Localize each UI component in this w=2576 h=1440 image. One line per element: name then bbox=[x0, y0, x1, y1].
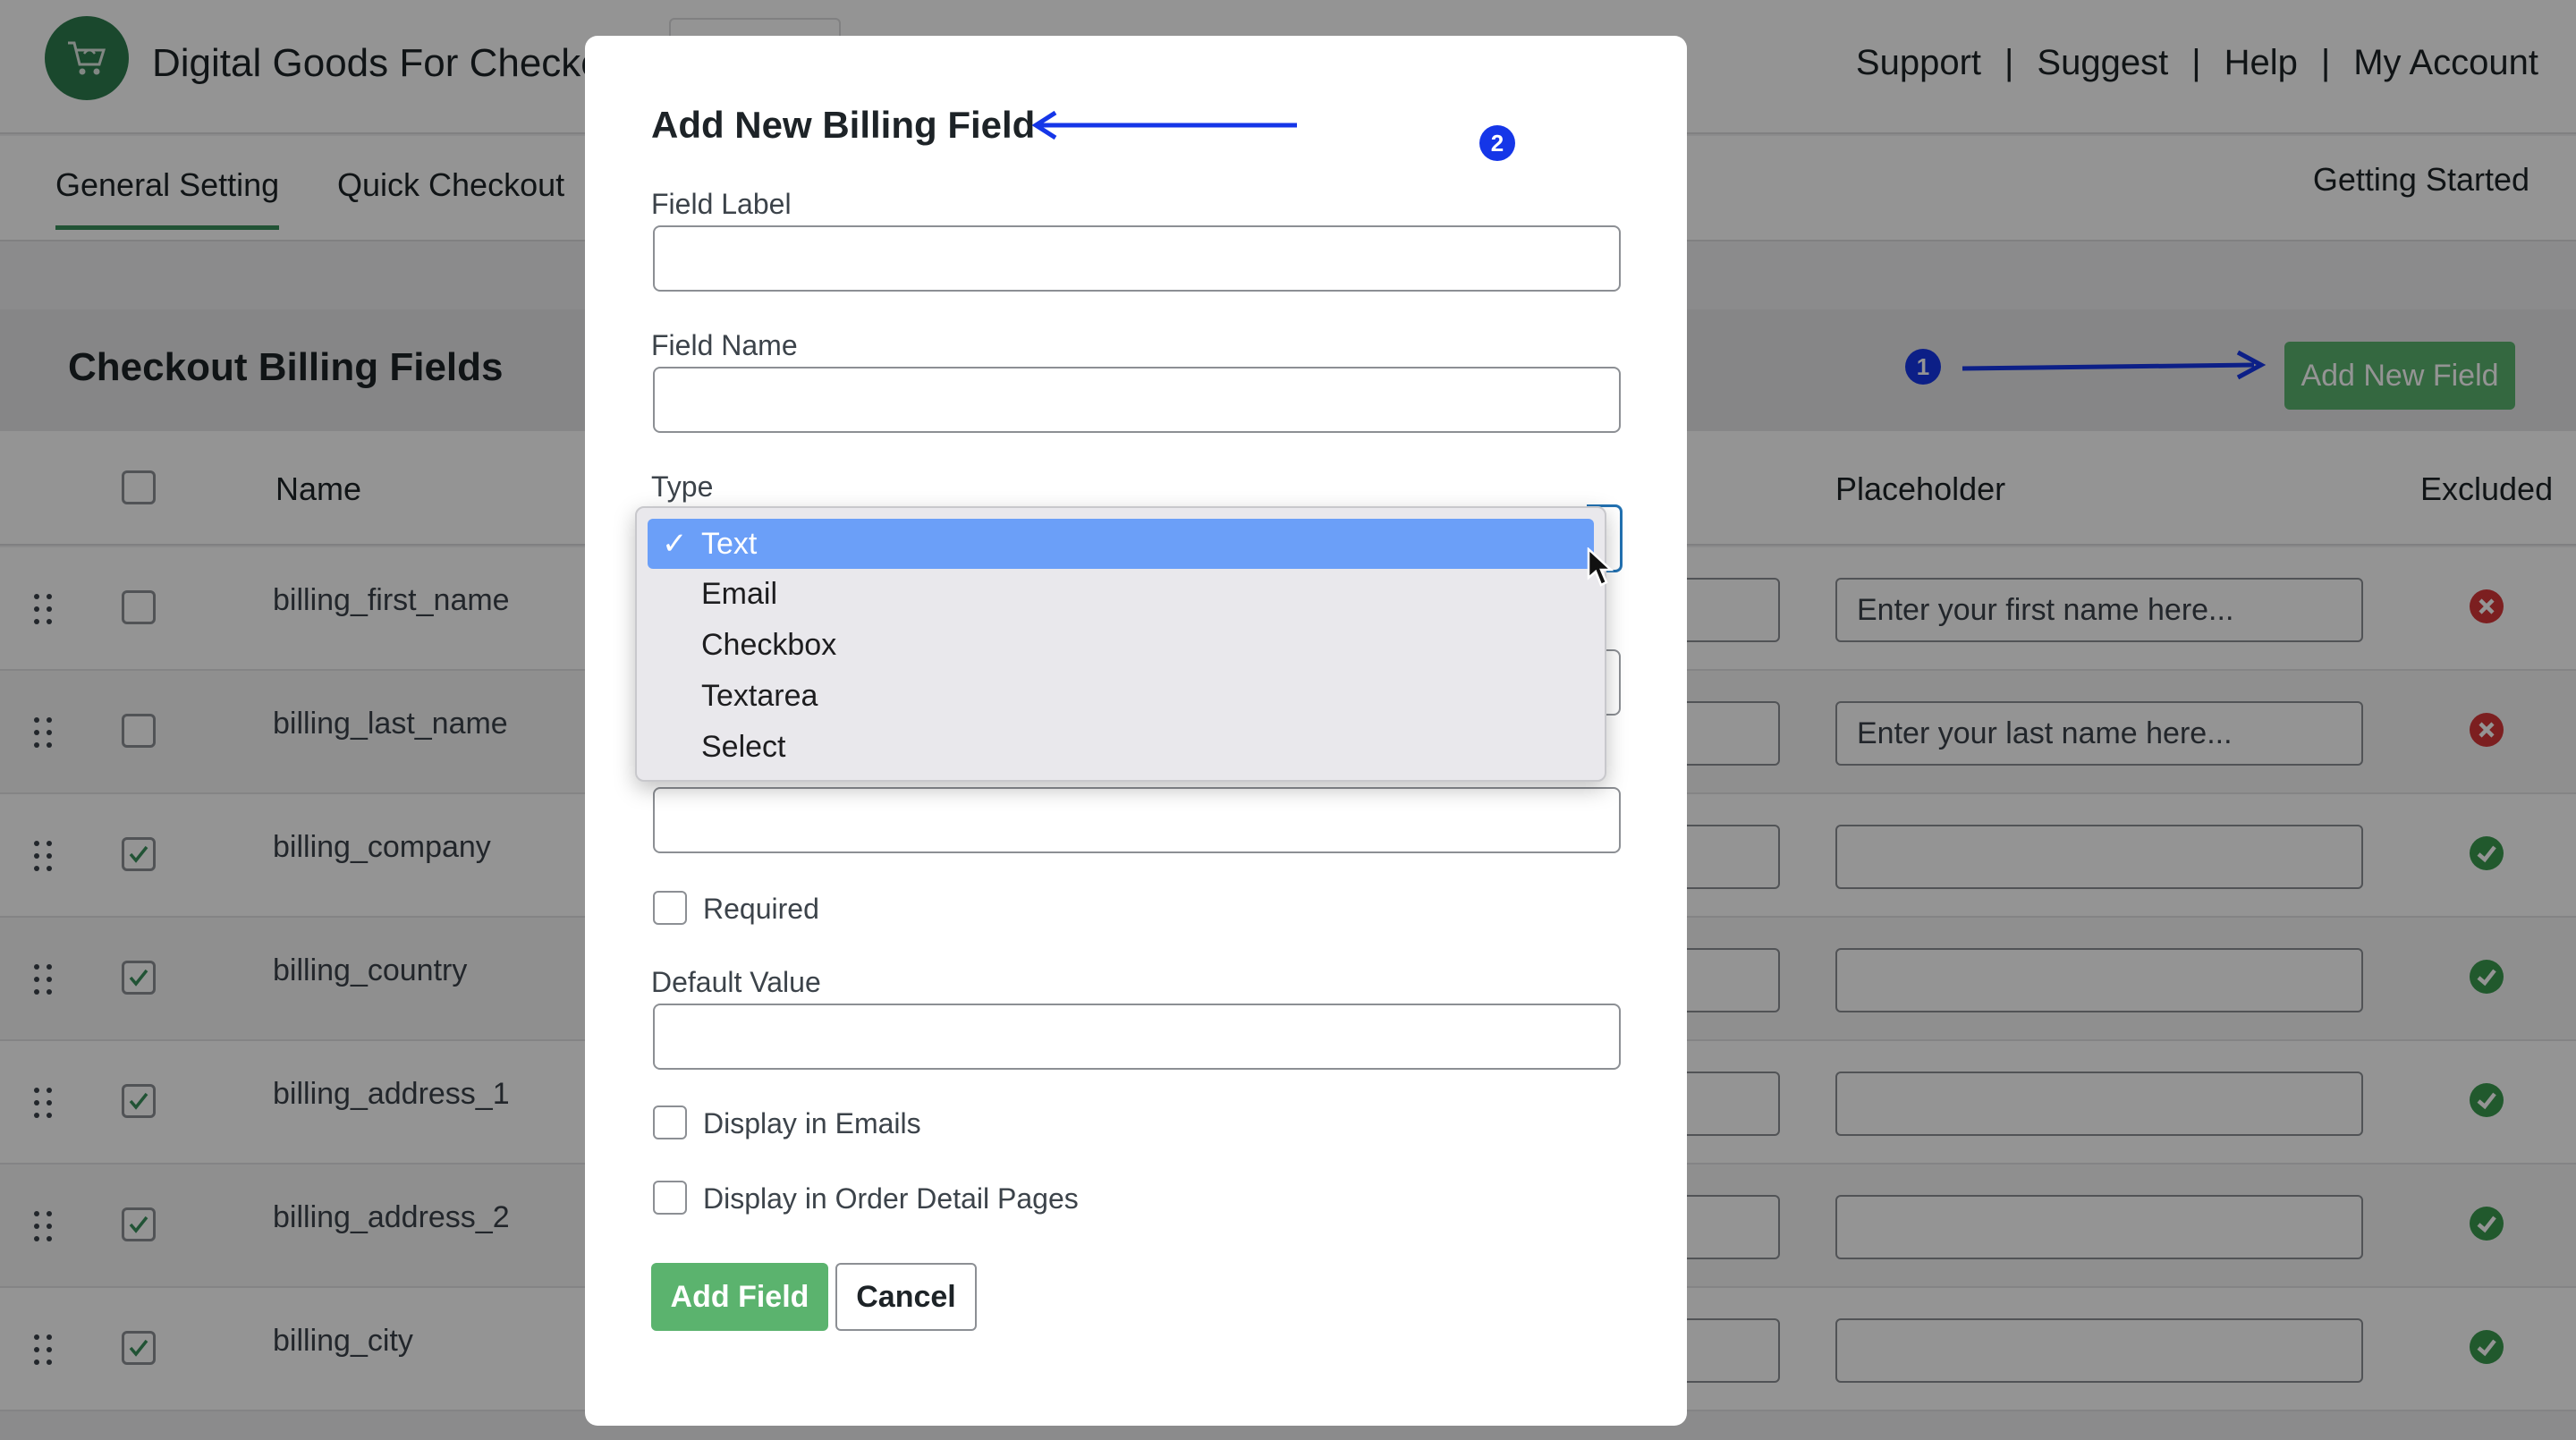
type-option-email[interactable]: Email bbox=[648, 569, 1594, 619]
type-dropdown-menu: ✓ Text Email Checkbox Textarea Select bbox=[635, 506, 1606, 782]
type-option-checkbox[interactable]: Checkbox bbox=[648, 620, 1594, 670]
option-label: Text bbox=[701, 527, 758, 561]
required-checkbox[interactable] bbox=[653, 891, 687, 925]
display-in-order-pages-label: Display in Order Detail Pages bbox=[703, 1182, 1079, 1215]
option-label: Email bbox=[701, 577, 778, 611]
annotation-arrow-left bbox=[1032, 110, 1297, 140]
required-label: Required bbox=[703, 893, 819, 925]
mouse-cursor-icon bbox=[1587, 547, 1614, 587]
field-name-label: Field Name bbox=[651, 329, 798, 361]
extra-field-input[interactable] bbox=[653, 787, 1621, 853]
check-mark-icon: ✓ bbox=[662, 527, 688, 561]
display-in-emails-checkbox[interactable] bbox=[653, 1105, 687, 1139]
cancel-button[interactable]: Cancel bbox=[835, 1263, 977, 1331]
field-label-input[interactable] bbox=[653, 225, 1621, 292]
field-name-input[interactable] bbox=[653, 367, 1621, 433]
type-label: Type bbox=[651, 470, 714, 503]
option-label: Select bbox=[701, 730, 786, 764]
type-option-text[interactable]: ✓ Text bbox=[648, 519, 1594, 569]
option-label: Checkbox bbox=[701, 628, 837, 662]
display-in-order-pages-checkbox[interactable] bbox=[653, 1181, 687, 1215]
modal-title: Add New Billing Field bbox=[651, 104, 1036, 146]
display-in-emails-label: Display in Emails bbox=[703, 1107, 921, 1139]
type-option-textarea[interactable]: Textarea bbox=[648, 671, 1594, 721]
default-value-input[interactable] bbox=[653, 1004, 1621, 1070]
default-value-label: Default Value bbox=[651, 966, 821, 998]
field-label-label: Field Label bbox=[651, 188, 792, 220]
option-label: Textarea bbox=[701, 679, 818, 713]
type-option-select[interactable]: Select bbox=[648, 722, 1594, 772]
annotation-step-2: 2 bbox=[1479, 125, 1515, 161]
add-field-button[interactable]: Add Field bbox=[651, 1263, 828, 1331]
